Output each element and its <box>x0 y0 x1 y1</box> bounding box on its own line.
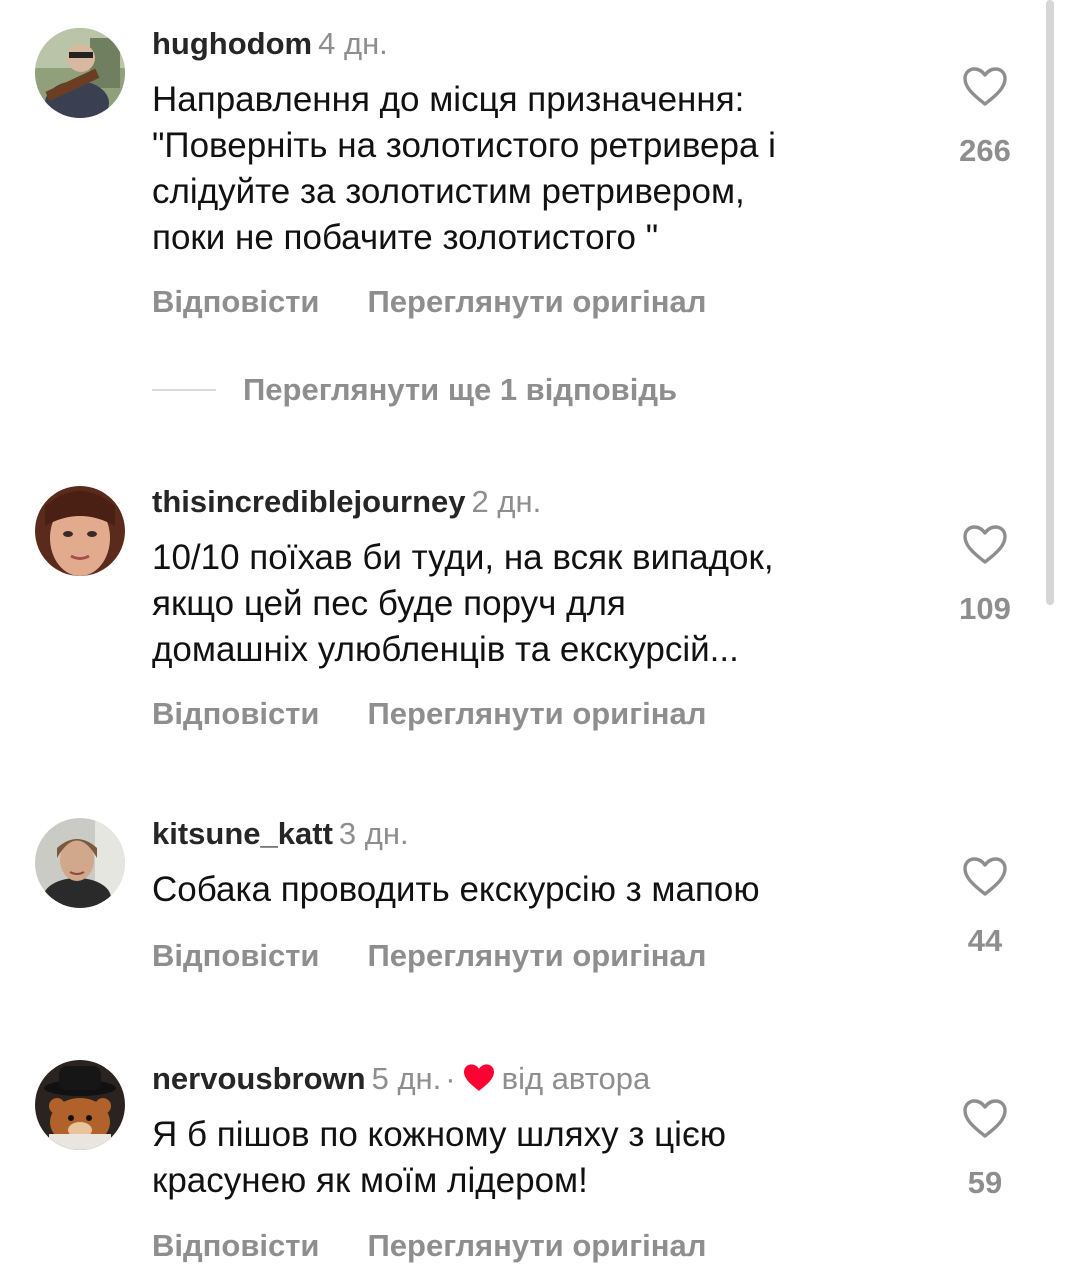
comment-text-line: домашніх улюбленців та екскурсій... <box>152 630 739 669</box>
see-original-button[interactable]: Переглянути оригінал <box>368 284 707 319</box>
reply-button[interactable]: Відповісти <box>152 696 320 731</box>
divider-line <box>152 389 216 391</box>
avatar[interactable] <box>35 486 125 576</box>
liked-by-author-label: від автора <box>501 1061 651 1096</box>
heart-outline-icon[interactable] <box>962 1098 1008 1140</box>
like-count: 109 <box>959 591 1011 626</box>
like-control: 109 <box>940 524 1030 626</box>
like-control: 59 <box>940 1098 1030 1200</box>
comment-text: Направлення до місця призначення: "Повер… <box>152 77 912 261</box>
comment-text: Я б пішов по кожному шляху з цією красун… <box>152 1112 912 1204</box>
comment-text-line: якщо цей пес буде поруч для <box>152 584 626 623</box>
separator-dot: · <box>445 1061 456 1096</box>
comment-text-line: красунею як моїм лідером! <box>152 1161 588 1200</box>
comment-text: 10/10 поїхав би туди, на всяк випадок, я… <box>152 535 912 673</box>
comment-meta: kitsune_katt 3 дн. <box>152 816 409 852</box>
username[interactable]: hughodom <box>152 26 312 61</box>
comment-text: Собака проводить екскурсію з мапою <box>152 867 912 913</box>
like-control: 266 <box>940 66 1030 168</box>
username[interactable]: kitsune_katt <box>152 816 333 851</box>
comment-age: 2 дн. <box>471 484 542 519</box>
comment-actions: Відповісти Переглянути оригінал <box>152 938 706 974</box>
see-original-button[interactable]: Переглянути оригінал <box>368 696 707 731</box>
like-control: 44 <box>940 856 1030 958</box>
view-more-replies-label[interactable]: Переглянути ще 1 відповідь <box>243 372 677 408</box>
like-count: 59 <box>967 1165 1003 1200</box>
avatar[interactable] <box>35 1060 125 1150</box>
like-count: 44 <box>967 923 1003 958</box>
comment-text-line: 10/10 поїхав би туди, на всяк випадок, <box>152 538 774 577</box>
avatar[interactable] <box>35 28 125 118</box>
heart-outline-icon[interactable] <box>962 856 1008 898</box>
comment-text-line: Направлення до місця призначення: <box>152 80 745 119</box>
comment-age: 3 дн. <box>338 816 409 851</box>
reply-button[interactable]: Відповісти <box>152 284 320 319</box>
like-count: 266 <box>959 133 1011 168</box>
comment-actions: Відповісти Переглянути оригінал <box>152 696 706 732</box>
comment-actions: Відповісти Переглянути оригінал <box>152 1228 706 1264</box>
comment-meta: hughodom 4 дн. <box>152 26 388 62</box>
scrollbar[interactable] <box>1046 0 1054 605</box>
avatar[interactable] <box>35 818 125 908</box>
heart-outline-icon[interactable] <box>962 524 1008 566</box>
comment-actions: Відповісти Переглянути оригінал <box>152 284 706 320</box>
comment-meta: thisincrediblejourney 2 дн. <box>152 484 541 520</box>
reply-button[interactable]: Відповісти <box>152 938 320 973</box>
comment-text-line: Я б пішов по кожному шляху з цією <box>152 1115 727 1154</box>
username[interactable]: nervousbrown <box>152 1061 366 1096</box>
username[interactable]: thisincrediblejourney <box>152 484 466 519</box>
comment-text-line: поки не побачите золотистого " <box>152 218 659 257</box>
comment-meta: nervousbrown 5 дн. · від автора <box>152 1061 650 1097</box>
heart-outline-icon[interactable] <box>962 66 1008 108</box>
comment-age: 4 дн. <box>318 26 388 61</box>
comment-text-line: слідуйте за золотистим ретривером, <box>152 172 745 211</box>
reply-button[interactable]: Відповісти <box>152 1228 320 1263</box>
heart-filled-icon <box>463 1064 494 1091</box>
comment-text-line: "Поверніть на золотистого ретривера і <box>152 126 776 165</box>
comment-age: 5 дн. <box>371 1061 442 1096</box>
see-original-button[interactable]: Переглянути оригінал <box>368 938 707 973</box>
see-original-button[interactable]: Переглянути оригінал <box>368 1228 707 1263</box>
comment-text-line: Собака проводить екскурсію з мапою <box>152 870 760 909</box>
